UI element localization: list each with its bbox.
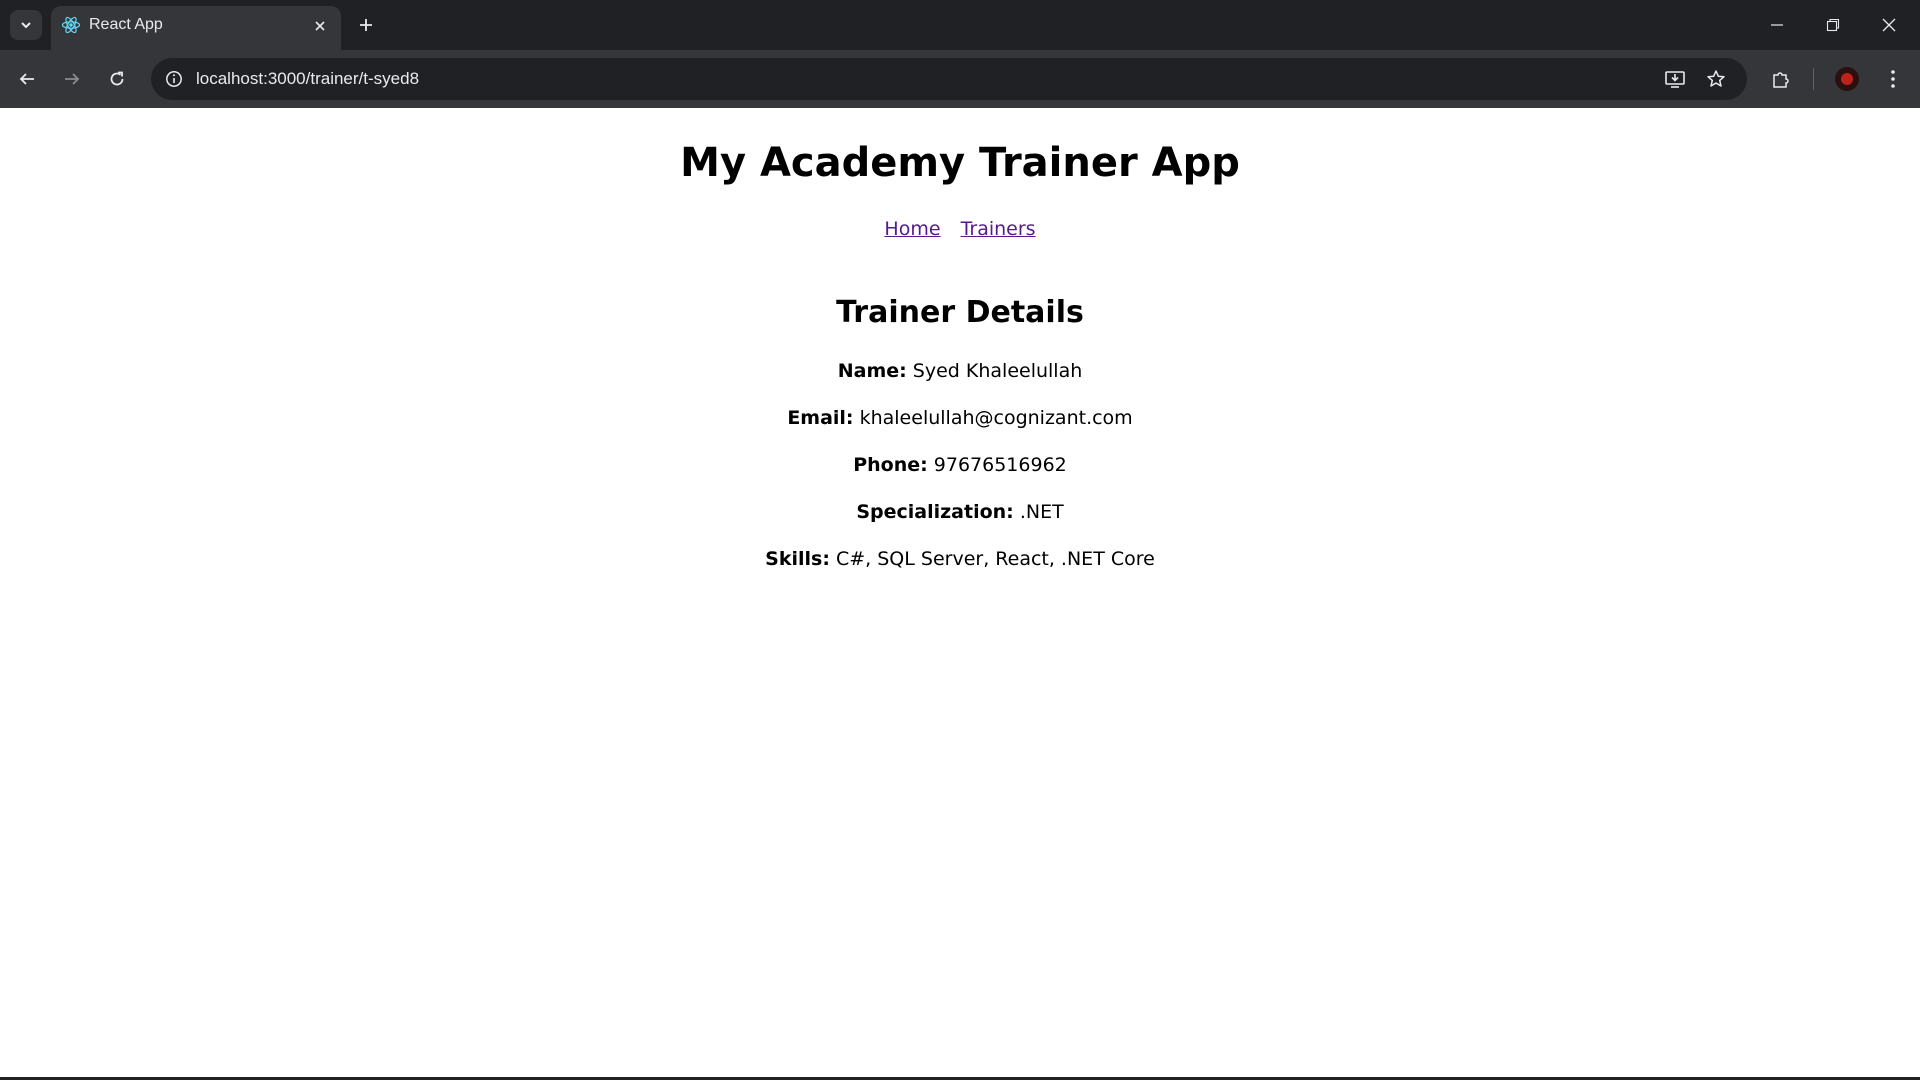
close-icon <box>1882 18 1896 32</box>
detail-value: .NET <box>1019 501 1064 523</box>
page-content: My Academy Trainer App Home Trainers Tra… <box>0 108 1920 1078</box>
tab-search-button[interactable] <box>10 10 42 40</box>
detail-phone: Phone: 97676516962 <box>0 454 1920 476</box>
section-title: Trainer Details <box>836 295 1084 330</box>
avatar <box>1835 67 1859 91</box>
detail-value: Syed Khaleelullah <box>912 360 1083 382</box>
kebab-menu-icon <box>1891 70 1895 88</box>
detail-label: Skills: <box>765 548 830 570</box>
detail-name: Name: Syed Khaleelullah <box>0 360 1920 382</box>
tab-title: React App <box>89 16 163 33</box>
detail-label: Name: <box>837 360 907 382</box>
browser-menu-button[interactable] <box>1876 62 1910 96</box>
address-bar[interactable]: localhost:3000/trainer/t-syed8 <box>151 58 1747 100</box>
detail-value: khaleelullah@cognizant.com <box>859 407 1133 429</box>
detail-specialization: Specialization: .NET <box>0 501 1920 523</box>
forward-button[interactable] <box>55 62 89 96</box>
back-button[interactable] <box>10 62 44 96</box>
plus-icon <box>360 19 372 31</box>
nav-link-trainers[interactable]: Trainers <box>961 218 1036 240</box>
reload-button[interactable] <box>100 62 134 96</box>
back-arrow-icon <box>19 73 34 85</box>
reload-icon <box>110 71 124 86</box>
detail-label: Phone: <box>853 454 928 476</box>
browser-tab[interactable]: React App <box>51 6 341 50</box>
profile-button[interactable] <box>1830 62 1864 96</box>
minimize-button[interactable] <box>1749 0 1805 50</box>
url-text[interactable]: localhost:3000/trainer/t-syed8 <box>196 69 419 89</box>
chevron-down-icon <box>21 22 31 29</box>
install-app-button[interactable] <box>1660 64 1690 94</box>
nav-link-home[interactable]: Home <box>884 218 940 240</box>
react-icon <box>61 15 81 35</box>
detail-label: Email: <box>787 407 854 429</box>
main-nav: Home Trainers <box>0 218 1920 240</box>
detail-skills: Skills: C#, SQL Server, React, .NET Core <box>0 548 1920 570</box>
restore-icon <box>1826 18 1840 32</box>
minimize-icon <box>1771 24 1783 26</box>
close-window-button[interactable] <box>1861 0 1917 50</box>
tab-close-button[interactable] <box>309 15 331 37</box>
detail-value: C#, SQL Server, React, .NET Core <box>835 548 1155 570</box>
info-icon[interactable] <box>163 68 185 90</box>
bookmark-button[interactable] <box>1701 64 1731 94</box>
star-icon <box>1707 70 1725 87</box>
install-app-icon <box>1665 71 1685 88</box>
detail-value: 97676516962 <box>933 454 1067 476</box>
extensions-button[interactable] <box>1764 62 1798 96</box>
browser-toolbar: localhost:3000/trainer/t-syed8 <box>0 50 1920 108</box>
detail-label: Specialization: <box>856 501 1014 523</box>
close-icon <box>315 21 325 31</box>
tab-strip: React App <box>0 0 1920 50</box>
forward-arrow-icon <box>65 73 80 85</box>
detail-email: Email: khaleelullah@cognizant.com <box>0 407 1920 429</box>
new-tab-button[interactable] <box>352 11 380 39</box>
toolbar-divider <box>1813 68 1814 90</box>
puzzle-icon <box>1773 72 1789 88</box>
app-title: My Academy Trainer App <box>680 140 1240 186</box>
restore-button[interactable] <box>1805 0 1861 50</box>
